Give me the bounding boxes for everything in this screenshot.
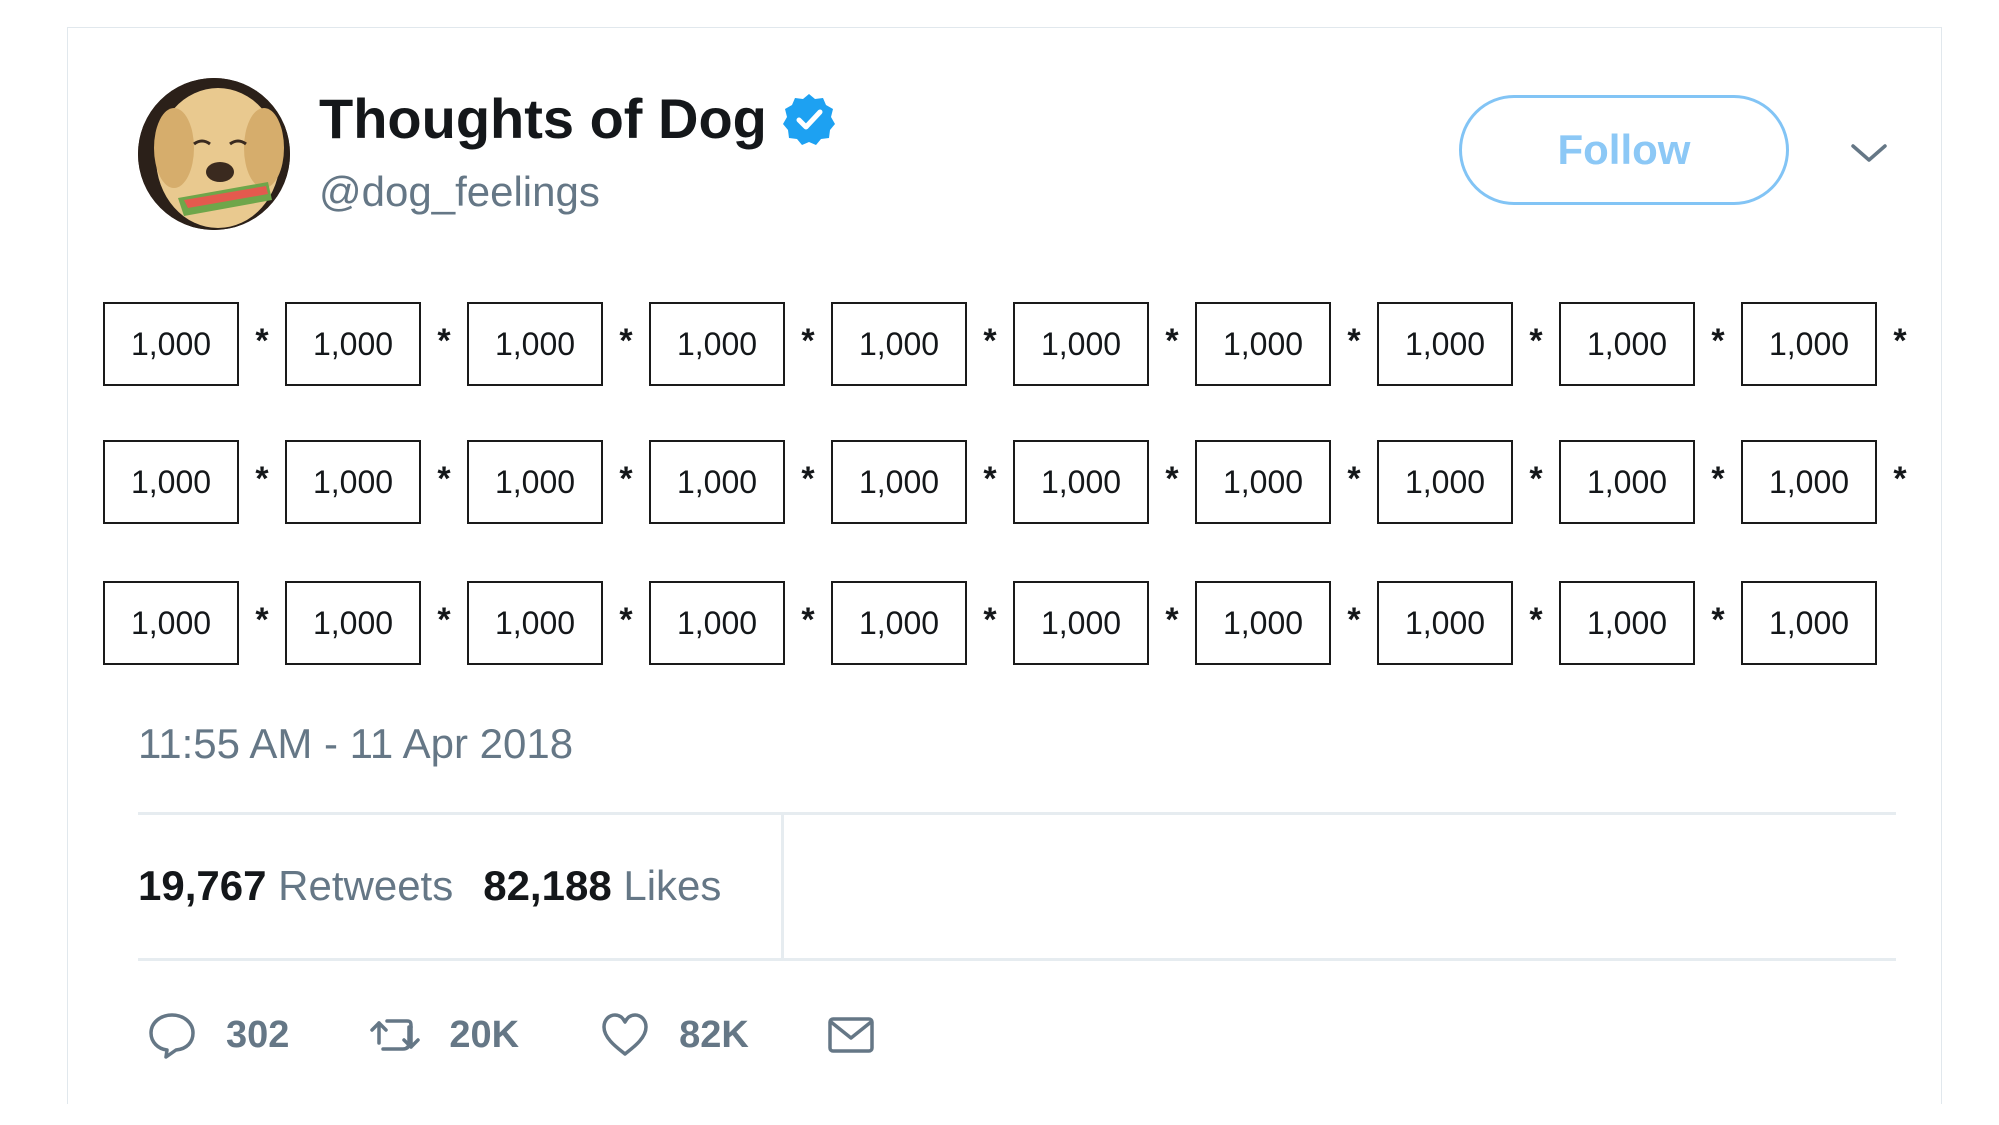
tweet-stats: 19,767 Retweets 82,188 Likes (138, 862, 721, 910)
number-box: 1,000 (1013, 440, 1149, 524)
number-box: 1,000 (1377, 440, 1513, 524)
like-button[interactable]: 82K (599, 1009, 749, 1061)
multiplication-grid: 1,000 1,000 1,000 1,000 1,000 1,000 1,000 1,000… (103, 0, 1923, 700)
retweets-count: 19,767 (138, 862, 267, 909)
number-box: 1,000 (1741, 302, 1877, 386)
number-box: 1,000 (103, 440, 239, 524)
likes-label: Likes (623, 862, 722, 909)
multiply-operator: * (1165, 460, 1179, 498)
number-box: 1,000 (1013, 302, 1149, 386)
number-box: 1,000 (285, 440, 421, 524)
multiply-operator: * (1711, 601, 1725, 639)
retweet-button[interactable]: 20K (369, 1009, 519, 1061)
number-box: 1,000 (1741, 440, 1877, 524)
multiply-operator: * (1347, 601, 1361, 639)
multiply-operator: * (1347, 460, 1361, 498)
multiply-operator: * (255, 322, 269, 360)
number-box: 1,000 (1195, 581, 1331, 665)
multiply-operator: * (1165, 601, 1179, 639)
number-box: 1,000 (1195, 302, 1331, 386)
tweet-actions: 302 20K 82K (146, 1003, 877, 1067)
multiply-operator: * (1711, 460, 1725, 498)
reply-icon (149, 1013, 195, 1059)
multiply-operator: * (437, 601, 451, 639)
number-box: 1,000 (1377, 581, 1513, 665)
number-box: 1,000 (1559, 581, 1695, 665)
multiply-operator: * (801, 460, 815, 498)
number-box: 1,000 (1195, 440, 1331, 524)
number-box: 1,000 (467, 581, 603, 665)
direct-message-button[interactable] (825, 1009, 877, 1061)
number-box: 1,000 (285, 302, 421, 386)
multiply-operator: * (801, 601, 815, 639)
multiply-operator: * (1347, 322, 1361, 360)
number-box: 1,000 (831, 302, 967, 386)
number-box: 1,000 (103, 581, 239, 665)
retweet-count: 20K (449, 1013, 520, 1056)
number-box: 1,000 (103, 302, 239, 386)
like-count: 82K (679, 1013, 749, 1056)
number-box: 1,000 (1559, 302, 1695, 386)
divider (138, 812, 1896, 815)
multiply-operator: * (1711, 322, 1725, 360)
multiply-operator: * (1529, 601, 1543, 639)
likes-count: 82,188 (483, 862, 612, 909)
mail-icon (828, 1017, 874, 1053)
multiply-operator: * (1529, 322, 1543, 360)
multiply-operator: * (619, 322, 633, 360)
number-box: 1,000 (649, 302, 785, 386)
number-box: 1,000 (831, 440, 967, 524)
multiply-operator: * (1529, 460, 1543, 498)
multiply-operator: * (983, 601, 997, 639)
multiply-operator: * (437, 460, 451, 498)
multiply-operator: * (1893, 460, 1907, 498)
stats-divider (781, 815, 784, 961)
multiply-operator: * (437, 322, 451, 360)
reply-button[interactable]: 302 (146, 1009, 289, 1061)
number-box: 1,000 (467, 302, 603, 386)
retweets-label: Retweets (278, 862, 454, 909)
multiply-operator: * (255, 601, 269, 639)
divider (138, 958, 1896, 961)
number-box: 1,000 (649, 581, 785, 665)
multiply-operator: * (255, 460, 269, 498)
multiply-operator: * (619, 601, 633, 639)
heart-icon (602, 1013, 648, 1056)
retweet-icon (370, 1019, 421, 1051)
number-box: 1,000 (1377, 302, 1513, 386)
number-box: 1,000 (285, 581, 421, 665)
number-box: 1,000 (649, 440, 785, 524)
multiply-operator: * (619, 460, 633, 498)
tweet-timestamp[interactable]: 11:55 AM - 11 Apr 2018 (138, 720, 573, 768)
number-box: 1,000 (1013, 581, 1149, 665)
multiply-operator: * (983, 460, 997, 498)
likes-stat[interactable]: 82,188 Likes (483, 862, 721, 910)
multiply-operator: * (983, 322, 997, 360)
number-box: 1,000 (831, 581, 967, 665)
multiply-operator: * (1165, 322, 1179, 360)
number-box: 1,000 (467, 440, 603, 524)
multiply-operator: * (801, 322, 815, 360)
number-box: 1,000 (1559, 440, 1695, 524)
number-box: 1,000 (1741, 581, 1877, 665)
multiply-operator: * (1893, 322, 1907, 360)
retweets-stat[interactable]: 19,767 Retweets (138, 862, 453, 910)
reply-count: 302 (226, 1013, 290, 1056)
